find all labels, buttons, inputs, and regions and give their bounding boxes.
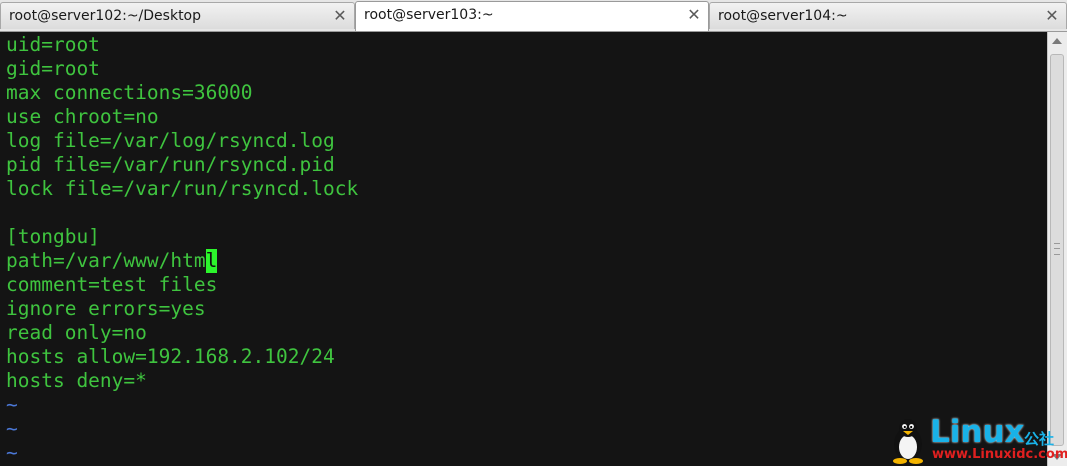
- terminal-line: hosts allow=192.168.2.102/24: [6, 345, 335, 368]
- empty-line-tilde: ~: [6, 441, 18, 464]
- terminal-line-text: path=/var/www/htm: [6, 249, 206, 272]
- tab-server102[interactable]: root@server102:~/Desktop ✕: [0, 2, 355, 29]
- watermark-brand: Linux: [930, 414, 1025, 450]
- terminal-line: log file=/var/log/rsyncd.log: [6, 129, 335, 152]
- terminal-line-cursor: path=/var/www/html: [6, 249, 218, 273]
- scrollbar-thumb[interactable]: [1050, 54, 1064, 446]
- vertical-scrollbar[interactable]: [1047, 32, 1067, 466]
- terminal-output[interactable]: uid=root gid=root max connections=36000 …: [0, 32, 1047, 466]
- close-icon[interactable]: ✕: [1044, 8, 1060, 24]
- tab-label: root@server104:~: [718, 8, 848, 24]
- empty-line-tilde: ~: [6, 393, 18, 416]
- grip-icon: [1054, 243, 1060, 255]
- tab-label: root@server103:~: [364, 7, 494, 23]
- watermark-suffix: 公社: [1024, 430, 1055, 448]
- tab-server103[interactable]: root@server103:~ ✕: [355, 1, 709, 31]
- terminal-line: [tongbu]: [6, 225, 100, 248]
- scroll-up-icon[interactable]: [1052, 38, 1062, 44]
- watermark: Linux 公社 www.Linuxidc.com: [888, 414, 1067, 464]
- text-cursor: l: [205, 249, 218, 273]
- tab-server104[interactable]: root@server104:~ ✕: [709, 2, 1067, 29]
- tab-label: root@server102:~/Desktop: [9, 8, 202, 24]
- terminal-line: lock file=/var/run/rsyncd.lock: [6, 177, 359, 200]
- terminal-line: comment=test files: [6, 273, 218, 296]
- terminal-line: pid file=/var/run/rsyncd.pid: [6, 153, 335, 176]
- terminal-line: use chroot=no: [6, 105, 159, 128]
- tab-bar: root@server102:~/Desktop ✕ root@server10…: [0, 0, 1067, 32]
- terminal-line: uid=root: [6, 33, 100, 56]
- terminal-line: max connections=36000: [6, 81, 253, 104]
- penguin-icon: [893, 419, 923, 464]
- terminal-line: ignore errors=yes: [6, 297, 206, 320]
- close-icon[interactable]: ✕: [686, 7, 702, 23]
- watermark-url: www.Linuxidc.com: [932, 447, 1067, 462]
- terminal-line: hosts deny=*: [6, 369, 147, 392]
- empty-line-tilde: ~: [6, 417, 18, 440]
- terminal-line: gid=root: [6, 57, 100, 80]
- terminal-line: read only=no: [6, 321, 147, 344]
- close-icon[interactable]: ✕: [332, 8, 348, 24]
